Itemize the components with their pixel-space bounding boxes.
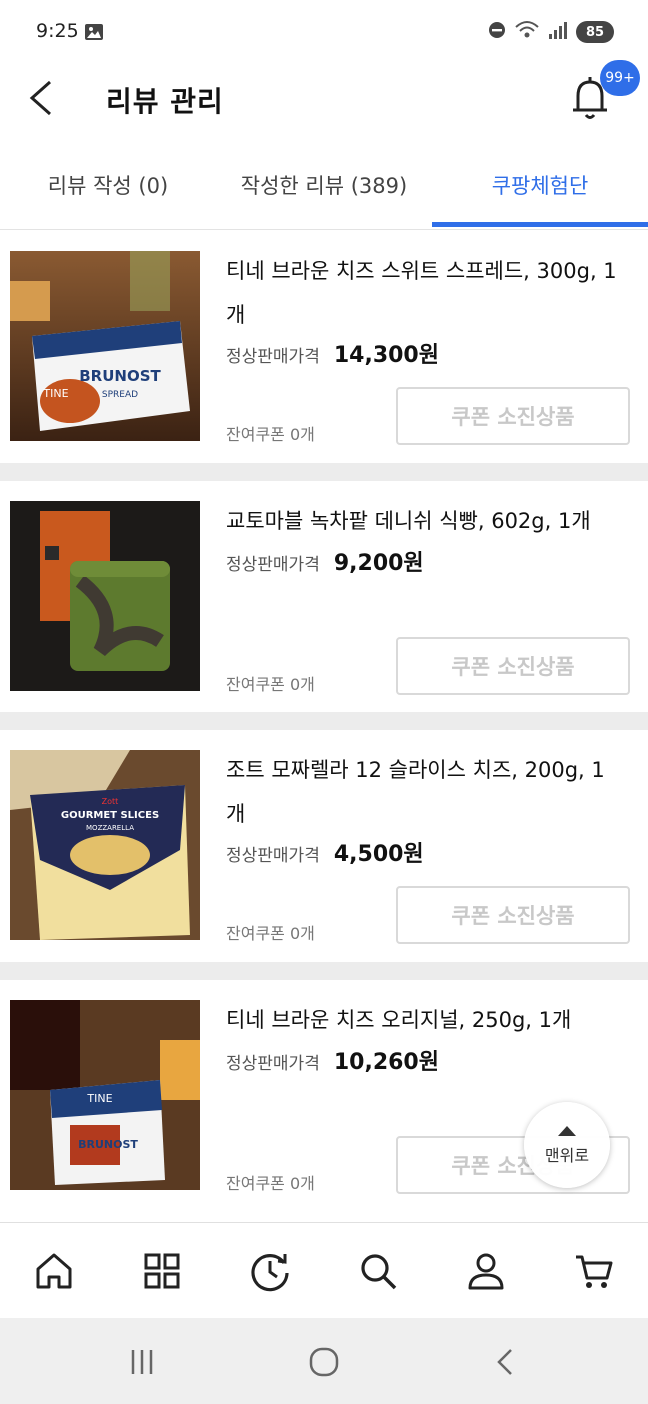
nav-mypage[interactable]: [460, 1245, 512, 1297]
thumb-label: BRUNOST: [79, 367, 161, 385]
product-item[interactable]: BRUNOST SPREAD TINE 티네 브라운 치즈 스위트 스프레드, …: [0, 231, 648, 463]
back-icon: [497, 1349, 512, 1375]
tab-coupang-experience[interactable]: 쿠팡체험단: [432, 170, 648, 200]
product-thumbnail: [10, 501, 200, 691]
coupon-soldout-button[interactable]: 쿠폰 소진상품: [396, 637, 630, 695]
nav-category[interactable]: [136, 1245, 188, 1297]
price-row: 정상판매가격 14,300원: [226, 337, 439, 369]
price-label: 정상판매가격: [226, 846, 320, 866]
status-icons: 85: [488, 20, 614, 44]
product-thumbnail: GOURMET SLICES MOZZARELLA Zott: [10, 750, 200, 940]
price-value: 10,260원: [333, 1050, 439, 1075]
thumb-label: TINE: [42, 387, 68, 400]
price-value: 4,500원: [333, 842, 424, 867]
category-icon: [144, 1253, 180, 1289]
status-bar: 9:25 85: [0, 0, 648, 66]
signal-icon: [548, 20, 568, 44]
home-circle-icon: [309, 1347, 339, 1377]
chevron-left-icon: [29, 80, 51, 116]
review-tabs: 리뷰 작성 (0) 작성한 리뷰 (389) 쿠팡체험단: [0, 150, 648, 230]
price-row: 정상판매가격 10,260원: [226, 1044, 439, 1076]
section-divider: [0, 712, 648, 730]
app-header: 리뷰 관리 99+: [0, 60, 648, 142]
search-icon: [361, 1254, 397, 1290]
dnd-icon: [488, 21, 506, 43]
nav-cart[interactable]: [568, 1245, 620, 1297]
system-back-button[interactable]: [486, 1342, 526, 1382]
coupon-soldout-button[interactable]: 쿠폰 소진상품: [396, 387, 630, 445]
price-value: 14,300원: [333, 343, 439, 368]
battery-indicator: 85: [576, 21, 614, 43]
cart-icon: [576, 1255, 613, 1288]
caret-up-icon: [558, 1126, 576, 1136]
product-thumbnail: BRUNOST SPREAD TINE: [10, 251, 200, 441]
thumb-label: TINE: [86, 1092, 112, 1105]
product-name[interactable]: 티네 브라운 치즈 스위트 스프레드, 300g, 1개: [226, 249, 622, 337]
notification-badge: 99+: [600, 60, 640, 96]
product-item[interactable]: GOURMET SLICES MOZZARELLA Zott 조트 모짜렐라 1…: [0, 730, 648, 962]
coupon-remaining: 잔여쿠폰 0개: [226, 425, 315, 444]
thumb-label: SPREAD: [102, 390, 138, 400]
page-title: 리뷰 관리: [106, 85, 224, 118]
scroll-to-top-button[interactable]: 맨위로: [524, 1102, 610, 1188]
thumb-label: BRUNOST: [78, 1138, 138, 1151]
gallery-notification-icon: [84, 22, 104, 46]
price-row: 정상판매가격 4,500원: [226, 836, 424, 868]
product-name[interactable]: 교토마블 녹차팥 데니쉬 식빵, 602g, 1개: [226, 499, 622, 543]
product-item[interactable]: 교토마블 녹차팥 데니쉬 식빵, 602g, 1개 정상판매가격 9,200원 …: [0, 481, 648, 713]
scroll-to-top-label: 맨위로: [544, 1146, 590, 1165]
section-divider: [0, 962, 648, 980]
coupon-soldout-button[interactable]: 쿠폰 소진상품: [396, 886, 630, 944]
wifi-icon: [514, 20, 540, 44]
nav-home[interactable]: [28, 1245, 80, 1297]
price-label: 정상판매가격: [226, 555, 320, 575]
user-icon: [468, 1253, 504, 1290]
price-value: 9,200원: [333, 551, 424, 576]
product-thumbnail: TINE BRUNOST: [10, 1000, 200, 1190]
price-row: 정상판매가격 9,200원: [226, 545, 424, 577]
product-name[interactable]: 조트 모짜렐라 12 슬라이스 치즈, 200g, 1개: [226, 748, 622, 836]
recent-icon: [251, 1254, 289, 1292]
system-home-button[interactable]: [304, 1342, 344, 1382]
system-navigation-bar: [0, 1318, 648, 1404]
thumb-label: GOURMET SLICES: [61, 810, 159, 821]
back-button[interactable]: [22, 78, 62, 118]
price-label: 정상판매가격: [226, 347, 320, 367]
tab-written-reviews[interactable]: 작성한 리뷰 (389): [216, 170, 432, 200]
tab-write-review[interactable]: 리뷰 작성 (0): [0, 170, 216, 200]
active-tab-indicator: [432, 222, 648, 227]
nav-search[interactable]: [352, 1245, 404, 1297]
status-time: 9:25: [36, 20, 79, 42]
coupon-remaining: 잔여쿠폰 0개: [226, 675, 315, 694]
thumb-label: MOZZARELLA: [86, 824, 134, 832]
product-name[interactable]: 티네 브라운 치즈 오리지널, 250g, 1개: [226, 998, 622, 1042]
price-label: 정상판매가격: [226, 1054, 320, 1074]
thumb-label: Zott: [102, 797, 119, 806]
nav-recent[interactable]: [244, 1245, 296, 1297]
section-divider: [0, 463, 648, 481]
coupon-remaining: 잔여쿠폰 0개: [226, 1174, 315, 1193]
recent-apps-button[interactable]: [122, 1342, 162, 1382]
recent-apps-icon: [131, 1350, 153, 1374]
bottom-navigation: [0, 1222, 648, 1318]
coupon-remaining: 잔여쿠폰 0개: [226, 924, 315, 943]
home-icon: [36, 1253, 72, 1289]
